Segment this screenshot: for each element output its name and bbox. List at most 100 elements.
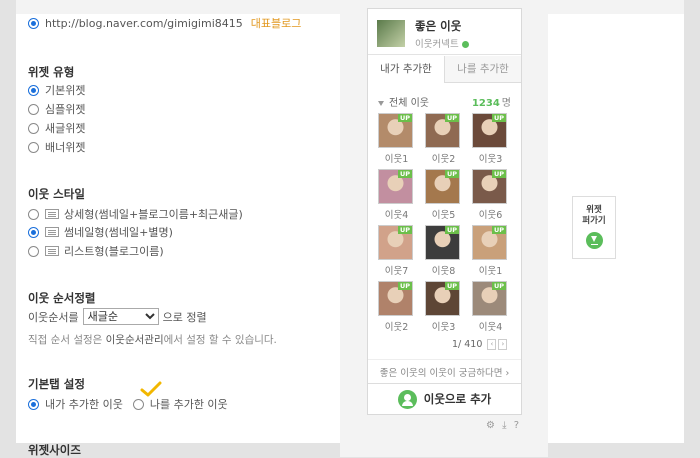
neighbor-label[interactable]: 이웃4	[472, 319, 509, 333]
up-badge: UP	[444, 170, 459, 178]
neighbor-item[interactable]: UP 이웃3	[472, 113, 509, 165]
blog-url: http://blog.naver.com/gimigimi8415	[45, 16, 243, 30]
next-page-button[interactable]: ›	[498, 339, 508, 350]
neighbor-thumbnail[interactable]: UP	[425, 113, 460, 148]
neighbor-thumbnail[interactable]: UP	[378, 225, 413, 260]
spread-widget-button[interactable]: 위젯 퍼가기	[572, 196, 616, 259]
neighbor-label[interactable]: 이웃7	[378, 263, 415, 277]
neighbor-label[interactable]: 이웃1	[472, 263, 509, 277]
neighbor-thumbnail[interactable]: UP	[472, 113, 507, 148]
neighbor-thumbnail[interactable]: UP	[425, 169, 460, 204]
neighbor-item[interactable]: UP 이웃6	[472, 169, 509, 221]
widget-subtitle[interactable]: 이웃커넥트	[415, 36, 469, 50]
neighbor-label[interactable]: 이웃3	[425, 319, 462, 333]
neighbor-style-option-2[interactable]: 리스트형(블로그이름)	[28, 243, 164, 259]
widget-type-option-0[interactable]: 기본위젯	[28, 82, 85, 98]
add-neighbor-button[interactable]: 이웃으로 추가	[368, 383, 521, 414]
radio-icon[interactable]	[28, 208, 39, 220]
more-neighbors-link[interactable]: 좋은 이웃의 이웃이 궁금하다면 ›	[368, 359, 521, 383]
avatar[interactable]	[377, 20, 405, 47]
neighbor-order-link[interactable]: 이웃순서관리	[106, 332, 164, 347]
up-badge: UP	[397, 170, 412, 178]
up-badge: UP	[491, 226, 506, 234]
up-badge: UP	[397, 226, 412, 234]
neighbor-label[interactable]: 이웃5	[425, 207, 462, 221]
widget-tools[interactable]: ⚙ ⤓ ?	[486, 420, 521, 431]
neighbor-label[interactable]: 이웃2	[425, 151, 462, 165]
default-tab-option-0[interactable]: 내가 추가한 이웃	[45, 396, 123, 412]
connect-icon	[461, 41, 469, 48]
neighbor-item[interactable]: UP 이웃1	[378, 113, 415, 165]
option-label: 리스트형(블로그이름)	[64, 245, 164, 258]
blog-radio[interactable]	[28, 17, 39, 29]
neighbor-label[interactable]: 이웃6	[472, 207, 509, 221]
neighbor-thumbnail[interactable]: UP	[425, 281, 460, 316]
radio-icon[interactable]	[28, 398, 39, 410]
spread-label-line2: 퍼가기	[582, 216, 606, 226]
up-badge: UP	[397, 114, 412, 122]
neighbor-style-title: 이웃 스타일	[28, 187, 85, 201]
page-indicator: 1/ 410	[452, 339, 483, 350]
checkmark-annotation-icon	[140, 381, 162, 397]
neighbor-item[interactable]: UP 이웃3	[425, 281, 462, 333]
neighbor-thumbnail[interactable]: UP	[425, 225, 460, 260]
widget-type-option-1[interactable]: 심플위젯	[28, 101, 85, 117]
neighbor-style-option-0[interactable]: 상세형(썸네일+블로그이름+최근새글)	[28, 206, 243, 222]
neighbor-label[interactable]: 이웃2	[378, 319, 415, 333]
up-badge: UP	[444, 226, 459, 234]
prev-page-button[interactable]: ‹	[487, 339, 497, 350]
radio-icon[interactable]	[28, 141, 39, 153]
neighbor-widget: 좋은 이웃 이웃커넥트 내가 추가한 나를 추가한 전체 이웃 1234 명 UP…	[367, 8, 522, 415]
blog-row[interactable]: http://blog.naver.com/gimigimi8415 대표블로그	[28, 15, 301, 31]
option-label: 심플위젯	[45, 103, 86, 116]
neighbor-label[interactable]: 이웃8	[425, 263, 462, 277]
sort-select[interactable]: 새글순	[82, 308, 159, 325]
sort-row: 이웃순서를 새글순 으로 정렬	[28, 308, 207, 325]
all-neighbors-toggle[interactable]: 전체 이웃	[378, 94, 429, 109]
option-label: 배너위젯	[45, 141, 86, 154]
radio-icon[interactable]	[28, 84, 39, 96]
neighbor-item[interactable]: UP 이웃4	[378, 169, 415, 221]
default-tab-option-1[interactable]: 나를 추가한 이웃	[150, 396, 228, 412]
neighbor-label[interactable]: 이웃1	[378, 151, 415, 165]
widget-type-title: 위젯 유형	[28, 65, 75, 79]
default-tab-options: 내가 추가한 이웃 나를 추가한 이웃	[28, 396, 228, 412]
up-badge: UP	[491, 114, 506, 122]
all-label: 전체 이웃	[389, 98, 429, 109]
default-tab-title: 기본탭 설정	[28, 377, 85, 391]
neighbor-item[interactable]: UP 이웃1	[472, 225, 509, 277]
neighbor-thumbnail[interactable]: UP	[378, 169, 413, 204]
radio-icon[interactable]	[28, 122, 39, 134]
neighbor-style-option-1[interactable]: 썸네일형(썸네일+별명)	[28, 224, 173, 240]
neighbor-item[interactable]: UP 이웃2	[378, 281, 415, 333]
main-blog-link[interactable]: 대표블로그	[251, 15, 302, 31]
neighbor-thumbnail[interactable]: UP	[378, 281, 413, 316]
download-icon	[585, 232, 603, 249]
neighbor-thumbnail[interactable]: UP	[472, 281, 507, 316]
radio-icon[interactable]	[28, 226, 39, 238]
radio-icon[interactable]	[28, 245, 39, 257]
radio-icon[interactable]	[28, 103, 39, 115]
widget-type-option-3[interactable]: 배너위젯	[28, 139, 85, 155]
neighbor-item[interactable]: UP 이웃4	[472, 281, 509, 333]
tab-added-by-me[interactable]: 내가 추가한	[368, 56, 444, 83]
neighbor-thumbnail[interactable]: UP	[378, 113, 413, 148]
widget-type-option-2[interactable]: 새글위젯	[28, 120, 85, 136]
widget-size-title: 위젯사이즈	[28, 443, 81, 457]
neighbor-label[interactable]: 이웃4	[378, 207, 415, 221]
tab-added-me[interactable]: 나를 추가한	[444, 56, 521, 83]
neighbor-item[interactable]: UP 이웃5	[425, 169, 462, 221]
neighbor-label[interactable]: 이웃3	[472, 151, 509, 165]
neighbor-item[interactable]: UP 이웃8	[425, 225, 462, 277]
neighbor-item[interactable]: UP 이웃2	[425, 113, 462, 165]
neighbor-item[interactable]: UP 이웃7	[378, 225, 415, 277]
neighbor-thumbnail[interactable]: UP	[472, 225, 507, 260]
neighbor-thumbnail[interactable]: UP	[472, 169, 507, 204]
settings-panel: http://blog.naver.com/gimigimi8415 대표블로그…	[0, 0, 325, 457]
neighbor-grid: UP 이웃1 UP 이웃2 UP 이웃3 UP 이웃4 UP 이웃5 UP 이웃6 UP 이웃7 UP 이웃8…	[378, 113, 514, 333]
radio-icon[interactable]	[132, 398, 144, 410]
neighbor-sort-title: 이웃 순서정렬	[28, 291, 96, 305]
note-prefix: 직접 순서 설정은	[28, 334, 103, 346]
neighbor-count: 1234 명	[472, 94, 511, 109]
widget-title[interactable]: 좋은 이웃	[415, 18, 461, 34]
